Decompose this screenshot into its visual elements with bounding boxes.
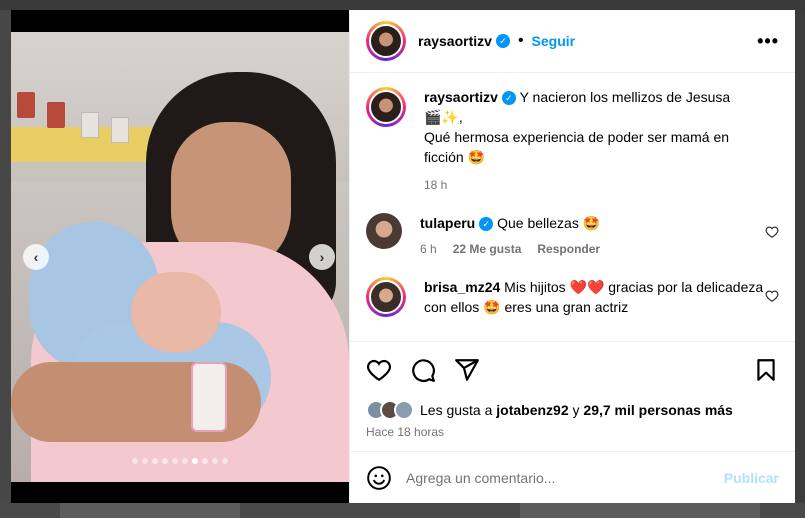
follow-button[interactable]: Seguir [532, 33, 576, 49]
background-tile [520, 503, 760, 518]
carousel-dots [11, 458, 349, 464]
chevron-right-icon: › [319, 249, 325, 265]
heart-icon[interactable] [366, 357, 392, 383]
carousel-dot [132, 458, 138, 464]
carousel-next-button[interactable]: › [309, 244, 335, 270]
post-time: Hace 18 horas [366, 425, 445, 439]
caption-emoji-line1: 🎬✨, [424, 109, 463, 125]
likes-prefix: Les gusta a [420, 402, 493, 418]
caption-username[interactable]: raysaortizv [424, 89, 498, 105]
photo-switch [111, 117, 129, 143]
comment-avatar[interactable] [366, 277, 406, 317]
avatar [394, 400, 414, 420]
more-icon[interactable]: ••• [757, 31, 779, 52]
verified-icon: ✓ [495, 34, 510, 48]
caption-body: raysaortizv ✓ Y nacieron los mellizos de … [424, 87, 764, 195]
likes-summary: Les gusta a jotabenz92 y 29,7 mil person… [350, 397, 795, 423]
reply-button[interactable]: Responder [537, 239, 600, 259]
caption-avatar[interactable] [366, 87, 406, 127]
emoji-icon[interactable] [366, 465, 392, 491]
publish-button[interactable]: Publicar [724, 470, 779, 486]
photo-outlet [47, 102, 65, 128]
caption-time: 18 h [424, 178, 448, 192]
comment-body: tulaperu ✓ Que bellezas 🤩 6 h 22 Me gusta… [420, 213, 760, 259]
carousel-prev-button[interactable]: ‹ [23, 244, 49, 270]
comment-time: 6 h [420, 242, 437, 256]
comment-heart-icon[interactable] [765, 289, 779, 303]
likes-text: Les gusta a jotabenz92 y 29,7 mil person… [420, 402, 733, 418]
caption-emoji-line2: 🤩 [467, 149, 486, 165]
author-avatar[interactable] [366, 21, 406, 61]
likes-user[interactable]: jotabenz92 [496, 402, 568, 418]
comment-likes[interactable]: 22 Me gusta [453, 239, 522, 259]
comment-emoji: 🤩 [582, 215, 601, 231]
avatar [369, 24, 403, 58]
carousel-dot [142, 458, 148, 464]
verified-icon: ✓ [479, 217, 494, 232]
comment-username[interactable]: brisa_mz24 [424, 279, 500, 295]
share-icon[interactable] [454, 357, 480, 383]
carousel-dot [222, 458, 228, 464]
liker-avatars [366, 400, 414, 420]
carousel-dot [212, 458, 218, 464]
carousel-dot [162, 458, 168, 464]
background-left-tile [0, 10, 11, 518]
background-tile [60, 503, 240, 518]
comment-item: brisa_mz24 Mis hijitos ❤️❤️ gracias por … [366, 277, 779, 317]
post-photo [11, 32, 349, 482]
photo-switch [81, 112, 99, 138]
add-comment-bar: Agrega un comentario... Publicar [350, 451, 795, 503]
author-username[interactable]: raysaortizv [418, 33, 492, 49]
comment-avatar[interactable] [366, 213, 402, 249]
photo-baby-face [131, 272, 221, 352]
photo-wristband [191, 362, 227, 432]
comments-list[interactable]: raysaortizv ✓ Y nacieron los mellizos de … [350, 73, 795, 341]
caption-text-line1: Y nacieron los mellizos de Jesusa [519, 89, 731, 105]
post-header: raysaortizv ✓ • Seguir ••• [350, 10, 795, 73]
likes-conj: y [572, 402, 580, 418]
carousel-dot [182, 458, 188, 464]
verified-icon: ✓ [501, 91, 516, 106]
post-media: ‹ › [11, 10, 349, 503]
carousel-dot [192, 458, 198, 464]
background-right-tile [794, 10, 805, 518]
avatar [369, 280, 403, 314]
background-bottom-strip [0, 503, 805, 518]
comment-icon[interactable] [410, 357, 436, 383]
background-top [0, 0, 805, 10]
photo-outlet [17, 92, 35, 118]
carousel-dot [152, 458, 158, 464]
comment-text: Que bellezas [497, 215, 579, 231]
post-actions [350, 341, 795, 397]
comment-username[interactable]: tulaperu [420, 215, 475, 231]
bookmark-icon[interactable] [753, 357, 779, 383]
carousel-dot [172, 458, 178, 464]
comment-input[interactable]: Agrega un comentario... [406, 470, 555, 486]
post-side-panel: raysaortizv ✓ • Seguir ••• raysaortizv ✓ … [349, 10, 795, 503]
comment-heart-icon[interactable] [765, 225, 779, 239]
carousel-dot [202, 458, 208, 464]
post-modal: ‹ › raysaortizv ✓ • Seguir ••• raysaorti… [11, 10, 795, 503]
separator: • [517, 32, 524, 49]
caption: raysaortizv ✓ Y nacieron los mellizos de … [366, 87, 779, 195]
comment-body: brisa_mz24 Mis hijitos ❤️❤️ gracias por … [424, 277, 764, 317]
likes-count[interactable]: 29,7 mil personas más [583, 402, 732, 418]
comment-item: tulaperu ✓ Que bellezas 🤩 6 h 22 Me gusta… [366, 213, 779, 259]
avatar [369, 90, 403, 124]
chevron-left-icon: ‹ [33, 249, 39, 265]
